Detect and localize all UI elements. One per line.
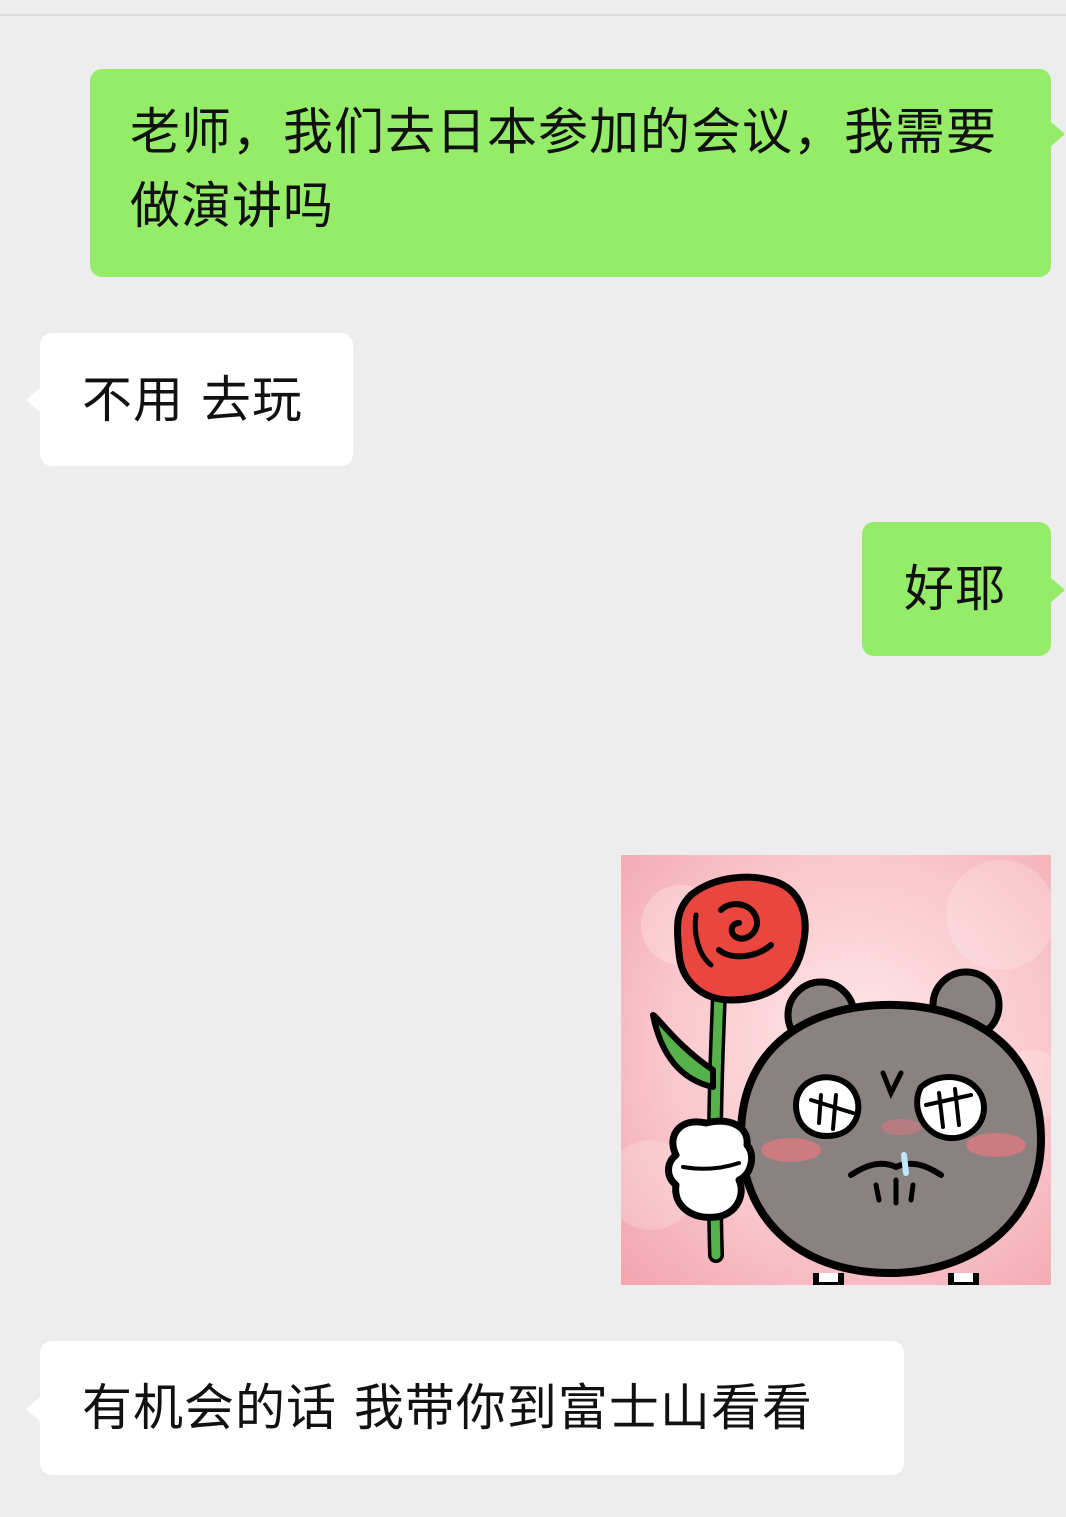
message-text: 有机会的话 我带你到富士山看看 (82, 1379, 813, 1437)
message-text: 老师，我们去日本参加的会议，我需要做演讲吗 (130, 103, 997, 235)
top-divider (0, 14, 1066, 16)
incoming-message-bubble[interactable]: 不用 去玩 (26, 333, 353, 466)
bubble-tail (26, 1396, 41, 1422)
outgoing-message-bubble[interactable]: 老师，我们去日本参加的会议，我需要做演讲吗 (90, 69, 1065, 277)
incoming-message-bubble[interactable]: 有机会的话 我带你到富士山看看 (26, 1341, 904, 1475)
bubble-tail (1050, 121, 1065, 147)
outgoing-message-bubble[interactable]: 好耶 (862, 522, 1065, 656)
bubble-tail (1050, 577, 1065, 603)
bubble-tail (26, 387, 41, 413)
message-text: 不用 去玩 (82, 371, 303, 429)
message-text: 好耶 (904, 560, 1006, 618)
bear-holding-rose-sticker[interactable] (621, 855, 1051, 1285)
